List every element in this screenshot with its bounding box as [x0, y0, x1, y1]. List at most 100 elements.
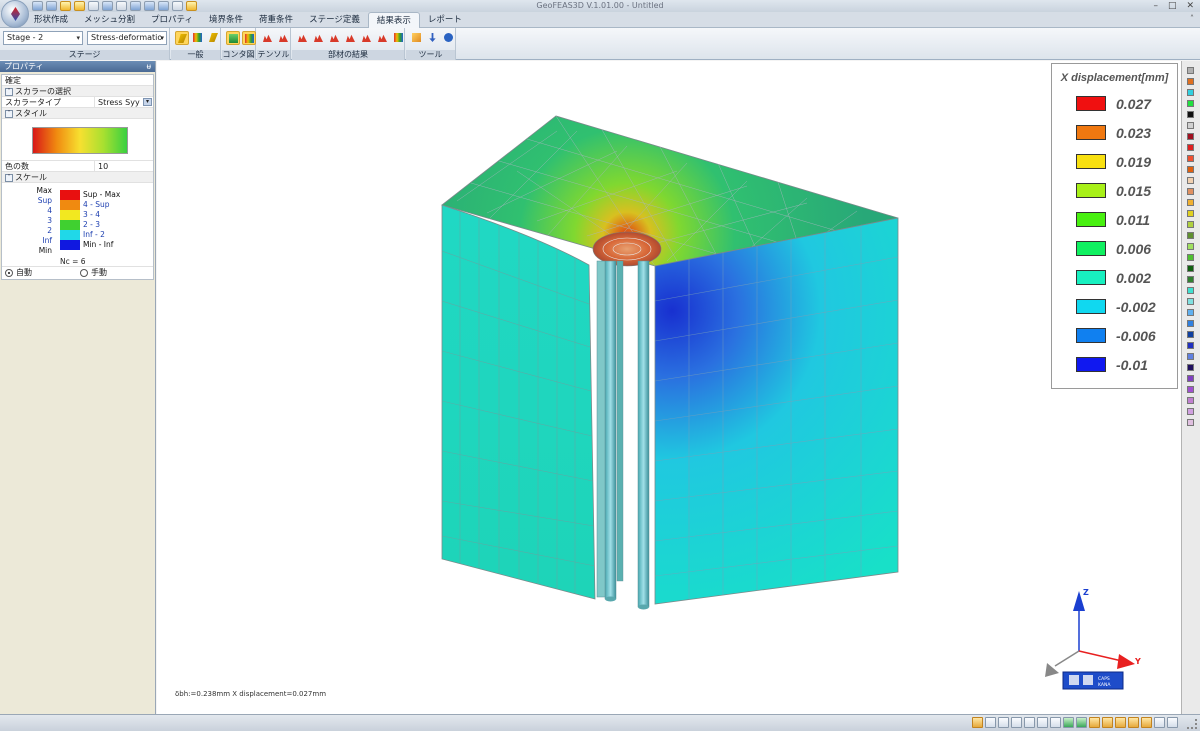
filter-line-icon[interactable]	[1115, 717, 1126, 728]
palette-swatch[interactable]	[1187, 309, 1194, 316]
scale-color-cell[interactable]	[60, 200, 80, 210]
scale-color-cell[interactable]	[60, 210, 80, 220]
snap-perpendicular-icon[interactable]	[1050, 717, 1061, 728]
pin-icon[interactable]: ᵾ	[147, 61, 151, 72]
collapse-icon[interactable]: ˅	[5, 87, 13, 96]
ribbon-minimize-icon[interactable]: ˄	[1190, 14, 1194, 23]
palette-swatch[interactable]	[1187, 111, 1194, 118]
moment-x-icon[interactable]	[344, 31, 358, 45]
maximize-button[interactable]: □	[1168, 0, 1177, 12]
deform-icon[interactable]	[175, 31, 189, 45]
tab-results[interactable]: 結果表示	[367, 12, 420, 28]
shear-z-icon[interactable]	[328, 31, 342, 45]
palette-swatch[interactable]	[1187, 188, 1194, 195]
palette-swatch[interactable]	[1187, 419, 1194, 426]
palette-swatch[interactable]	[1187, 320, 1194, 327]
palette-swatch[interactable]	[1187, 177, 1194, 184]
filter-element-icon[interactable]	[1102, 717, 1113, 728]
probe-icon[interactable]	[207, 31, 221, 45]
grid-icon[interactable]	[972, 717, 983, 728]
category-scale[interactable]: ˅ スケール	[2, 172, 153, 183]
palette-swatch[interactable]	[1187, 364, 1194, 371]
radio-manual[interactable]	[80, 269, 88, 277]
tab-shape[interactable]: 形状作成	[26, 12, 76, 28]
scale-color-cell[interactable]	[60, 240, 80, 250]
palette-swatch[interactable]	[1187, 287, 1194, 294]
palette-swatch[interactable]	[1187, 353, 1194, 360]
palette-swatch[interactable]	[1187, 298, 1194, 305]
palette-swatch[interactable]	[1187, 166, 1194, 173]
color-count-input[interactable]: 10	[94, 161, 154, 172]
palette-swatch[interactable]	[1187, 243, 1194, 250]
palette-swatch[interactable]	[1187, 221, 1194, 228]
palette-swatch[interactable]	[1187, 155, 1194, 162]
snap-grid-icon[interactable]	[998, 717, 1009, 728]
tab-property[interactable]: プロパティ	[143, 12, 201, 28]
tab-load[interactable]: 荷重条件	[251, 12, 301, 28]
palette-swatch[interactable]	[1187, 232, 1194, 239]
palette-swatch[interactable]	[1187, 276, 1194, 283]
contour-line-icon[interactable]	[242, 31, 256, 45]
radio-auto[interactable]	[5, 269, 13, 277]
close-button[interactable]: ✕	[1186, 0, 1194, 12]
tab-boundary[interactable]: 境界条件	[201, 12, 251, 28]
resize-grip-icon[interactable]	[1187, 719, 1197, 729]
fem-model-view[interactable]: Z Y CAPS KANA	[157, 61, 1181, 714]
snap-point-icon[interactable]	[1011, 717, 1022, 728]
moment-z-icon[interactable]	[376, 31, 390, 45]
confirm-button[interactable]: 確定	[2, 75, 153, 86]
scale-color-cell[interactable]	[60, 220, 80, 230]
filter-node-icon[interactable]	[1089, 717, 1100, 728]
category-scalar[interactable]: ˅ スカラーの選択	[2, 86, 153, 97]
palette-swatch[interactable]	[1187, 89, 1194, 96]
palette-swatch[interactable]	[1187, 78, 1194, 85]
palette-swatch[interactable]	[1187, 342, 1194, 349]
minimize-button[interactable]: –	[1153, 0, 1158, 12]
collapse-icon[interactable]: ˅	[5, 109, 13, 118]
palette-swatch[interactable]	[1187, 408, 1194, 415]
export-icon[interactable]	[426, 31, 440, 45]
palette-swatch[interactable]	[1187, 331, 1194, 338]
help-icon[interactable]	[442, 31, 456, 45]
moment-y-icon[interactable]	[360, 31, 374, 45]
result-type-select[interactable]: Stress-deformatio ▾	[87, 31, 167, 45]
tab-mesh[interactable]: メッシュ分割	[76, 12, 143, 28]
palette-swatch[interactable]	[1187, 254, 1194, 261]
scale-color-cell[interactable]	[60, 230, 80, 240]
member-settings-icon[interactable]	[392, 31, 406, 45]
filter-solid-icon[interactable]	[1141, 717, 1152, 728]
palette-swatch[interactable]	[1187, 386, 1194, 393]
palette-swatch[interactable]	[1187, 265, 1194, 272]
category-style[interactable]: ˅ スタイル	[2, 108, 153, 119]
scale-color-cell[interactable]	[60, 190, 80, 200]
palette-swatch[interactable]	[1187, 397, 1194, 404]
palette-swatch[interactable]	[1187, 122, 1194, 129]
tensor-stress-icon[interactable]	[261, 31, 275, 45]
palette-swatch[interactable]	[1187, 144, 1194, 151]
filter-face-icon[interactable]	[1128, 717, 1139, 728]
palette-swatch[interactable]	[1187, 133, 1194, 140]
snap-surface-icon[interactable]	[1063, 717, 1074, 728]
snap-midpoint-icon[interactable]	[1037, 717, 1048, 728]
contour-settings-icon[interactable]	[191, 31, 205, 45]
collapse-icon[interactable]: ˅	[5, 173, 13, 182]
palette-swatch[interactable]	[1187, 199, 1194, 206]
palette-swatch[interactable]	[1187, 100, 1194, 107]
snap-solid-icon[interactable]	[1076, 717, 1087, 728]
tab-stage[interactable]: ステージ定義	[301, 12, 368, 28]
dot-grid-icon[interactable]	[985, 717, 996, 728]
palette-swatch[interactable]	[1187, 375, 1194, 382]
cube-icon[interactable]	[410, 31, 424, 45]
app-menu-button[interactable]	[1, 0, 29, 28]
stage-select[interactable]: Stage - 2 ▾	[3, 31, 83, 45]
color-gradient-swatch[interactable]	[32, 127, 128, 154]
palette-swatch[interactable]	[1187, 210, 1194, 217]
tab-report[interactable]: レポート	[420, 12, 470, 28]
axial-force-icon[interactable]	[296, 31, 310, 45]
palette-swatch[interactable]	[1187, 67, 1194, 74]
window-cascade-icon[interactable]	[1167, 717, 1178, 728]
contour-fill-icon[interactable]	[226, 31, 240, 45]
tensor-strain-icon[interactable]	[277, 31, 291, 45]
snap-line-icon[interactable]	[1024, 717, 1035, 728]
shear-y-icon[interactable]	[312, 31, 326, 45]
